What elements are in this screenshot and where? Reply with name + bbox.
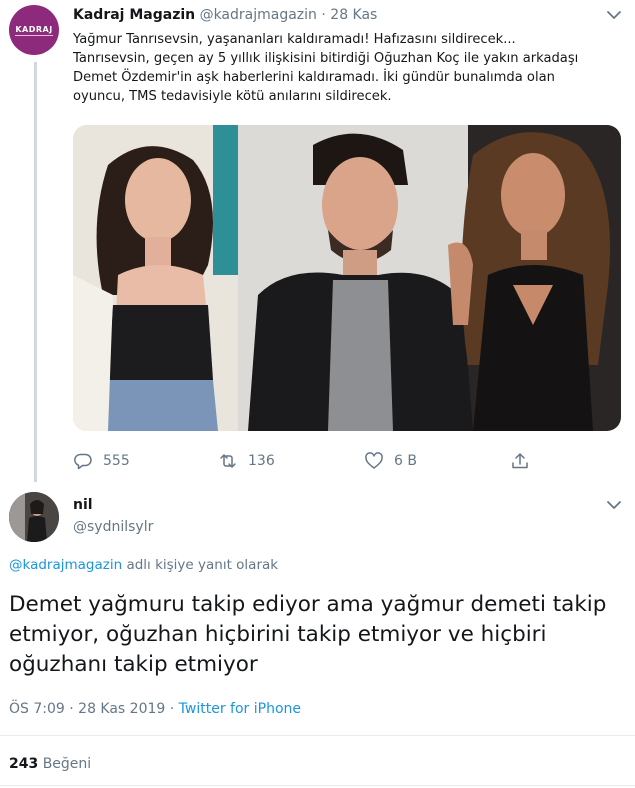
display-name[interactable]: Kadraj Magazin [73,7,195,23]
retweet-button[interactable]: 136 [218,449,275,473]
replying-to: @kadrajmagazin adlı kişiye yanıt olarak [9,557,278,573]
thread-connector [34,62,37,482]
like-total: 243 [9,756,39,772]
reply-count: 555 [103,453,130,469]
like-label: Beğeni [42,756,92,772]
reply-text-line: etmiyor, oğuzhan hiçbirini takip etmiyor… [9,622,547,647]
tweet-time[interactable]: ÖS 7:09 [9,701,65,717]
reply-button[interactable]: 555 [73,449,130,473]
divider [0,735,635,736]
like-button[interactable]: 6 B [364,449,417,473]
tweet-header: Kadraj Magazin @kadrajmagazin · 28 Kas [73,7,377,23]
avatar-logo-text: KADRAJ [15,24,53,36]
handle[interactable]: @sydnilsylr [73,519,153,535]
separator-dot: · [69,701,74,717]
tweet-date[interactable]: 28 Kas [330,7,377,23]
tweet-text: Yağmur Tanrısevsin, yaşananları kaldıram… [73,30,621,106]
share-button[interactable] [510,449,540,473]
tweet-photo[interactable] [73,125,621,431]
reply-text-line: oğuzhanı takip etmiyor [9,652,258,677]
retweet-count: 136 [248,453,275,469]
like-count: 6 B [394,453,417,469]
tweet-text-line: oyuncu, TMS tedavisiyle kötü anılarını s… [73,89,392,104]
tweet-timestamp: ÖS 7:09 · 28 Kas 2019 · Twitter for iPho… [9,701,301,717]
retweet-icon [220,454,236,468]
replying-suffix: adlı kişiye yanıt olarak [122,557,279,573]
reply-text-line: Demet yağmuru takip ediyor ama yağmur de… [9,592,607,617]
display-name[interactable]: nil [73,497,93,513]
chevron-down-icon[interactable] [604,8,624,22]
handle[interactable]: @kadrajmagazin [200,7,317,23]
tweet-page: KADRAJ Kadraj Magazin @kadrajmagazin · 2… [0,0,635,788]
tweet-actions: 555 136 6 B [73,449,621,473]
tweet-date[interactable]: 28 Kas 2019 [78,701,165,717]
tweet-text-line: Tanrısevsin, geçen ay 5 yıllık ilişkisin… [73,51,579,66]
tweet-source-link[interactable]: Twitter for iPhone [179,701,301,717]
tweet-text-line: Yağmur Tanrısevsin, yaşananları kaldıram… [73,32,516,47]
like-stats[interactable]: 243 Beğeni [9,756,91,772]
reply-text: Demet yağmuru takip ediyor ama yağmur de… [9,590,629,680]
reply-icon [74,453,92,470]
chevron-down-icon[interactable] [604,498,624,512]
like-icon [365,452,383,469]
mention-link[interactable]: @kadrajmagazin [9,557,122,573]
separator-dot: · [169,701,175,717]
avatar[interactable]: KADRAJ [9,5,59,55]
tweet-text-line: Demet Özdemir'in aşk haberlerini kaldıra… [73,70,555,85]
separator-dot: · [321,7,326,23]
avatar[interactable] [9,492,59,542]
share-icon [512,453,528,469]
parent-tweet[interactable]: KADRAJ Kadraj Magazin @kadrajmagazin · 2… [0,0,635,486]
divider [0,785,635,786]
